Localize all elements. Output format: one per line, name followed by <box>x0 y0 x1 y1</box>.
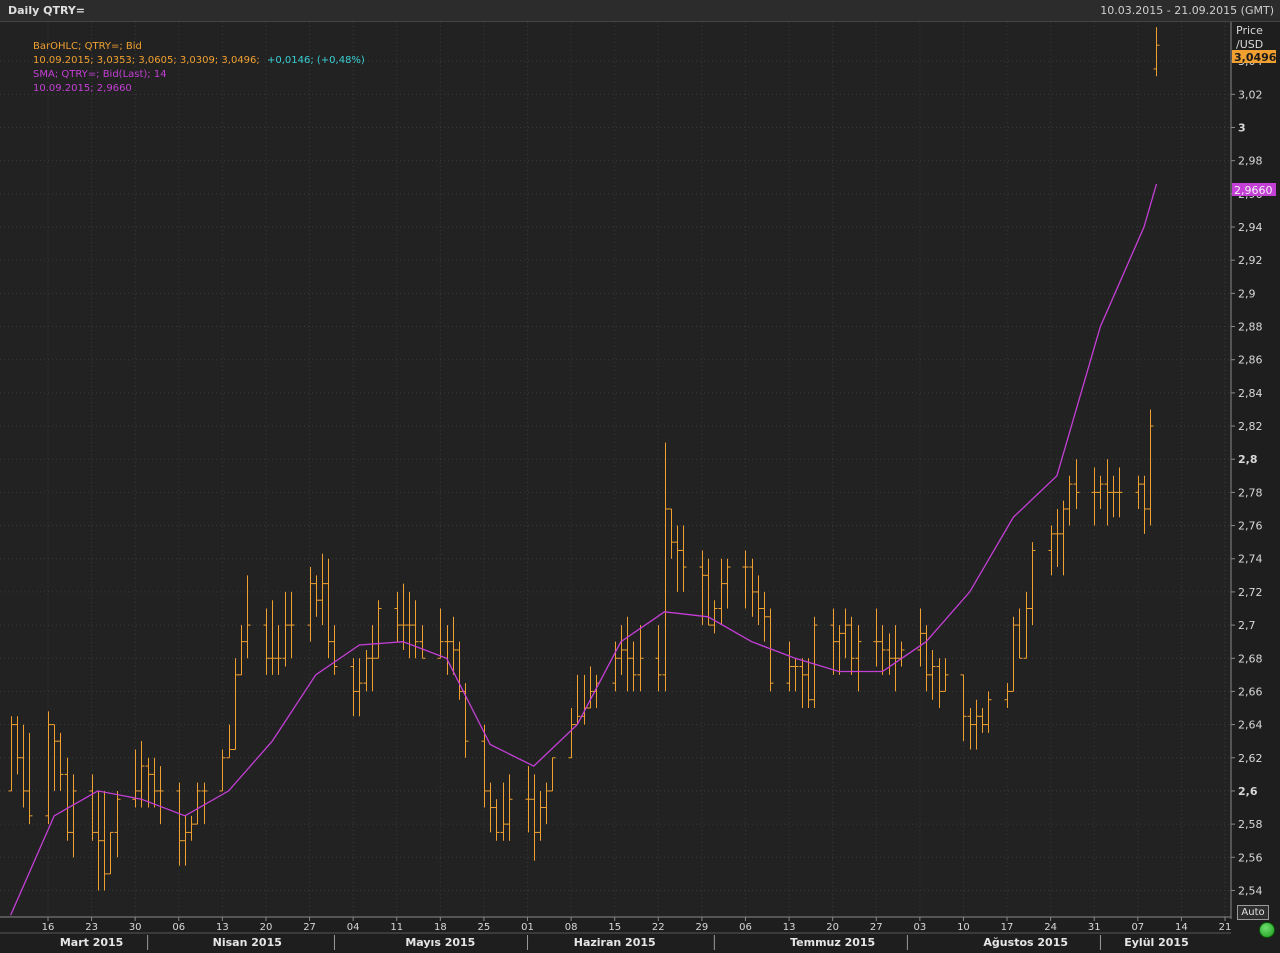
price-axis-label: Price <box>1236 24 1263 37</box>
time-tick-label: 01 <box>521 922 534 933</box>
time-tick-label: 23 <box>85 922 98 933</box>
price-tick-label: 2,92 <box>1238 254 1263 267</box>
month-labels: Mart 2015 Nisan 2015 Mayıs 2015 Haziran 201… <box>60 935 1189 950</box>
price-tick-label: 2,86 <box>1238 354 1263 367</box>
price-axis-unit: /USD <box>1236 38 1263 51</box>
price-tick-label: 2,7 <box>1238 619 1256 632</box>
time-axis-ticks: 16 23 30 06 13 20 27 04 11 18 25 01 08 15 22 29 06 13 20 27… <box>42 917 1232 933</box>
legend-sma-value: 10.09.2015; 2,9660 <box>33 83 132 94</box>
time-tick-label: 24 <box>1044 922 1057 933</box>
auto-scale-button[interactable]: Auto <box>1237 905 1269 920</box>
price-tick-label: 2,64 <box>1238 719 1263 732</box>
price-chart[interactable]: BarOHLC; QTRY=; Bid 10.09.2015; 3,0353; … <box>0 22 1280 953</box>
price-tick-label: 2,68 <box>1238 652 1263 665</box>
month-label: Nisan 2015 <box>213 936 282 949</box>
price-tick-label: 2,84 <box>1238 387 1263 400</box>
date-range-label: 10.03.2015 - 21.09.2015 (GMT) <box>1100 4 1274 17</box>
time-tick-label: 25 <box>478 922 491 933</box>
legend-change: +0,0146; (+0,48%) <box>267 55 365 66</box>
time-tick-label: 14 <box>1175 922 1188 933</box>
price-tick-label: 2,8 <box>1238 453 1258 466</box>
price-tick-label: 2,66 <box>1238 685 1263 698</box>
time-tick-label: 29 <box>696 922 709 933</box>
price-tick-label: 2,88 <box>1238 321 1263 334</box>
price-tick-label: 2,54 <box>1238 884 1263 897</box>
price-tick-label: 2,58 <box>1238 818 1263 831</box>
time-tick-label: 06 <box>172 922 185 933</box>
price-tick-label: 2,76 <box>1238 520 1263 533</box>
price-tick-label: 2,62 <box>1238 752 1263 765</box>
legend-series-name: BarOHLC; QTRY=; Bid <box>33 41 142 52</box>
time-tick-label: 15 <box>608 922 621 933</box>
month-label: Haziran 2015 <box>574 936 656 949</box>
time-tick-label: 18 <box>434 922 447 933</box>
price-tick-label: 2,94 <box>1238 221 1263 234</box>
window-titlebar: Daily QTRY= 10.03.2015 - 21.09.2015 (GMT… <box>0 0 1280 22</box>
time-tick-label: 17 <box>1001 922 1014 933</box>
last-price-value: 3,0496 <box>1234 51 1277 64</box>
time-tick-label: 13 <box>216 922 229 933</box>
time-tick-label: 03 <box>913 922 926 933</box>
time-tick-label: 20 <box>826 922 839 933</box>
time-tick-label: 13 <box>783 922 796 933</box>
price-tick-label: 2,56 <box>1238 851 1263 864</box>
time-tick-label: 11 <box>390 922 403 933</box>
month-label: Mart 2015 <box>60 936 124 949</box>
status-dot-icon <box>1259 922 1275 938</box>
time-tick-label: 30 <box>129 922 142 933</box>
time-tick-label: 27 <box>870 922 883 933</box>
time-tick-label: 08 <box>565 922 578 933</box>
time-tick-label: 06 <box>739 922 752 933</box>
time-tick-label: 10 <box>957 922 970 933</box>
price-tick-label: 3,02 <box>1238 88 1263 101</box>
price-tick-label: 2,9 <box>1238 287 1256 300</box>
price-tick-label: 2,74 <box>1238 553 1263 566</box>
price-tick-label: 2,78 <box>1238 486 1263 499</box>
legend-ohlc-values: 10.09.2015; 3,0353; 3,0605; 3,0309; 3,04… <box>33 55 365 66</box>
month-label: Eylül 2015 <box>1124 936 1189 949</box>
price-tick-label: 2,72 <box>1238 586 1263 599</box>
price-tick-label: 2,98 <box>1238 155 1263 168</box>
price-tick-label: 2,6 <box>1238 785 1258 798</box>
time-tick-label: 16 <box>42 922 55 933</box>
time-tick-label: 20 <box>260 922 273 933</box>
month-label: Mayıs 2015 <box>405 936 475 949</box>
time-tick-label: 07 <box>1131 922 1144 933</box>
time-tick-label: 21 <box>1219 922 1232 933</box>
window-title: Daily QTRY= <box>8 4 85 17</box>
time-tick-label: 22 <box>652 922 665 933</box>
legend-sma-name: SMA; QTRY=; Bid(Last); 14 <box>33 69 167 80</box>
price-tick-label: 3 <box>1238 121 1246 134</box>
month-label: Ağustos 2015 <box>983 936 1068 949</box>
time-tick-label: 04 <box>347 922 360 933</box>
time-tick-label: 31 <box>1088 922 1101 933</box>
time-tick-label: 27 <box>303 922 316 933</box>
legend-ohlc-prefix: 10.09.2015; 3,0353; 3,0605; 3,0309; 3,04… <box>33 55 260 66</box>
price-tick-label: 2,82 <box>1238 420 1263 433</box>
sma-tag-value: 2,9660 <box>1234 184 1273 197</box>
month-label: Temmuz 2015 <box>790 936 875 949</box>
